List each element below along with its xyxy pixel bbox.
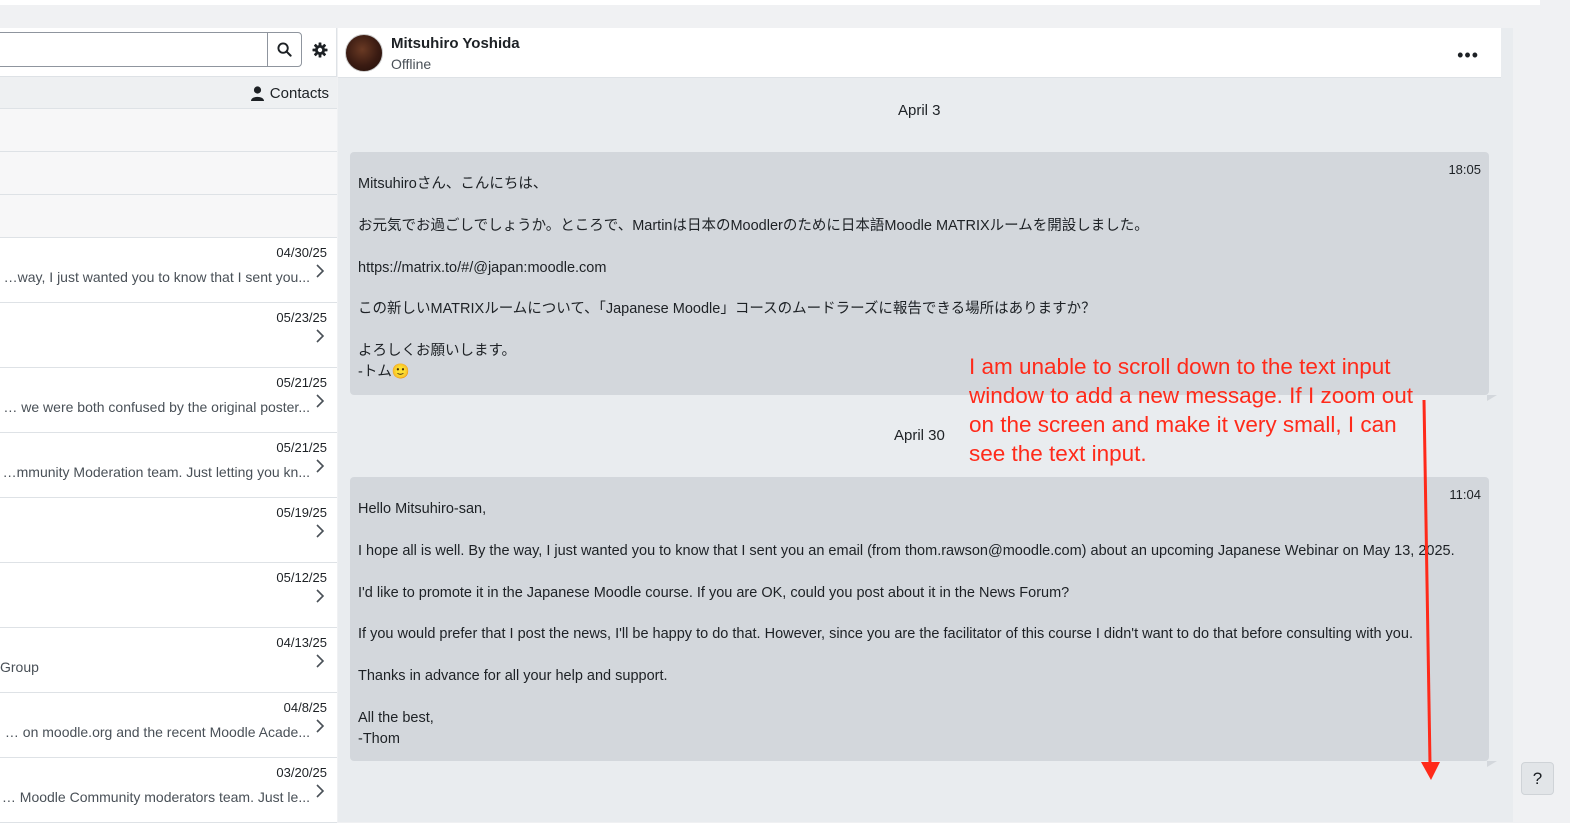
message-line: I'd like to promote it in the Japanese M… bbox=[358, 584, 1070, 601]
section-starred[interactable] bbox=[0, 109, 337, 152]
settings-gear-icon[interactable] bbox=[310, 40, 330, 60]
top-strip bbox=[0, 0, 1540, 5]
section-private[interactable] bbox=[0, 195, 337, 238]
user-icon bbox=[250, 86, 264, 101]
conversation-date: 05/21/25 bbox=[276, 375, 327, 390]
conversation-list: 04/30/25 I hope all is well. By the way,… bbox=[0, 238, 337, 823]
conversation-header: Mitsuhiro Yoshida Offline ••• bbox=[338, 28, 1501, 78]
conversation-item[interactable]: 04/8/25 Thanks for all your posts on moo… bbox=[0, 693, 337, 758]
chevron-right-icon bbox=[316, 264, 325, 278]
conversation-date: 05/23/25 bbox=[276, 310, 327, 325]
conversation-item[interactable]: 05/21/25 I've joined the Moodle Communit… bbox=[0, 433, 337, 498]
conversation-snippet: I hope all is well. By the way, I just w… bbox=[0, 269, 310, 285]
message-line: Hello Mitsuhiro-san, bbox=[358, 501, 487, 517]
message-line: https://matrix.to/#/@japan:moodle.com bbox=[358, 259, 607, 276]
conversation-date: 05/19/25 bbox=[276, 505, 327, 520]
conversation-snippet: I've joined the Moodle Community Moderat… bbox=[0, 464, 310, 480]
conversation-date: 03/20/25 bbox=[276, 765, 327, 780]
search-icon bbox=[277, 42, 292, 57]
contacts-row: Contacts bbox=[0, 76, 337, 109]
message-line: お元気でお過ごしでしょうか。ところで、Martinは日本のMoodlerのために… bbox=[358, 217, 1149, 234]
annotation-arrow bbox=[1421, 399, 1440, 780]
contacts-link[interactable]: Contacts bbox=[250, 85, 329, 102]
conversation-item[interactable]: 04/13/25 Group bbox=[0, 628, 337, 693]
conversation-sidebar: Contacts 04/30/25 I hope all is well. By… bbox=[0, 28, 337, 823]
message-line: I hope all is well. By the way, I just w… bbox=[358, 542, 1455, 559]
avatar[interactable] bbox=[345, 34, 383, 72]
message-line: Mitsuhiroさん、こんにちは、 bbox=[358, 176, 548, 192]
conversation-date: 05/12/25 bbox=[276, 570, 327, 585]
chevron-right-icon bbox=[316, 654, 325, 668]
contact-status: Offline bbox=[391, 56, 432, 72]
more-options-icon[interactable]: ••• bbox=[1457, 45, 1479, 66]
chevron-right-icon bbox=[316, 589, 325, 603]
section-group[interactable] bbox=[0, 152, 337, 195]
chevron-right-icon bbox=[316, 524, 325, 538]
conversation-snippet: Group bbox=[0, 659, 39, 675]
contact-name[interactable]: Mitsuhiro Yoshida bbox=[391, 35, 520, 52]
conversation-item[interactable]: 03/20/25 Welcome to the Moodle Community… bbox=[0, 758, 337, 823]
contacts-label: Contacts bbox=[269, 85, 329, 102]
conversation-item[interactable]: 04/30/25 I hope all is well. By the way,… bbox=[0, 238, 337, 303]
chevron-right-icon bbox=[316, 719, 325, 733]
bubble-tail bbox=[1487, 761, 1497, 767]
conversation-item[interactable]: 05/23/25 bbox=[0, 303, 337, 368]
day-separator: April 30 bbox=[894, 427, 945, 444]
chevron-right-icon bbox=[316, 784, 325, 798]
annotation-text: I am unable to scroll down to the text i… bbox=[969, 354, 1413, 466]
conversation-item[interactable]: 05/19/25 bbox=[0, 498, 337, 563]
message-time: 11:04 bbox=[1449, 487, 1481, 502]
chevron-right-icon bbox=[316, 329, 325, 343]
conversation-snippet: Thanks for all your posts on moodle.org … bbox=[0, 724, 310, 740]
message-line: -Thom bbox=[358, 730, 400, 747]
conversation-date: 04/8/25 bbox=[283, 700, 327, 715]
search-button[interactable] bbox=[267, 32, 302, 67]
message-line: Thanks in advance for all your help and … bbox=[358, 668, 668, 685]
conversation-date: 05/21/25 bbox=[276, 440, 327, 455]
day-separator: April 3 bbox=[898, 102, 941, 119]
bubble-tail bbox=[1487, 395, 1497, 401]
message-line: この新しいMATRIXルームについて、「Japanese Moodle」コースの… bbox=[358, 301, 1096, 318]
conversation-date: 04/30/25 bbox=[276, 245, 327, 260]
chevron-right-icon bbox=[316, 459, 325, 473]
search-row bbox=[0, 32, 337, 68]
conversation-snippet: Welcome to the Moodle Community moderato… bbox=[0, 789, 310, 805]
message-line: All the best, bbox=[358, 709, 434, 726]
conversation-item[interactable]: 05/12/25 bbox=[0, 563, 337, 628]
help-button[interactable]: ? bbox=[1521, 762, 1554, 795]
message-line: If you would prefer that I post the news… bbox=[358, 626, 1413, 643]
search-input[interactable] bbox=[0, 32, 268, 67]
message-bubble: 11:04 Hello Mitsuhiro-san, I hope all is… bbox=[350, 477, 1497, 767]
chevron-right-icon bbox=[316, 394, 325, 408]
conversation-date: 04/13/25 bbox=[276, 635, 327, 650]
message-time: 18:05 bbox=[1448, 162, 1481, 177]
conversation-snippet: I'm guessing we were both confused by th… bbox=[0, 399, 310, 415]
conversation-item[interactable]: 05/21/25 I'm guessing we were both confu… bbox=[0, 368, 337, 433]
